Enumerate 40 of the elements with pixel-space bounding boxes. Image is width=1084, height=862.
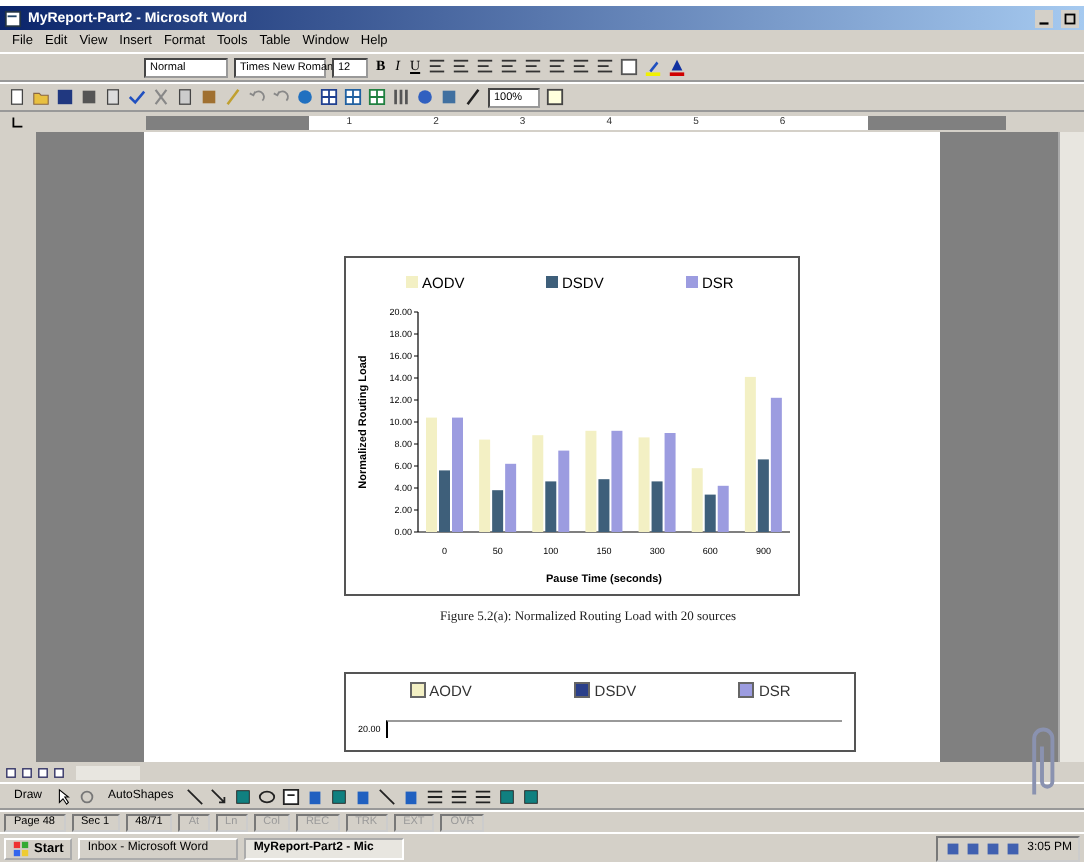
help-icon[interactable] bbox=[546, 88, 564, 106]
dash-style-icon[interactable] bbox=[449, 787, 468, 805]
line-color-icon[interactable] bbox=[377, 787, 396, 805]
document-icon bbox=[4, 9, 22, 27]
line-style-icon[interactable] bbox=[425, 787, 444, 805]
horizontal-scrollbar[interactable] bbox=[76, 765, 140, 779]
arrow-style-icon[interactable] bbox=[473, 787, 492, 805]
align-left-icon[interactable] bbox=[428, 58, 447, 76]
align-right-icon[interactable] bbox=[476, 58, 495, 76]
oval-icon[interactable] bbox=[257, 787, 276, 805]
columns-icon[interactable] bbox=[392, 88, 410, 106]
save-icon[interactable] bbox=[56, 88, 74, 106]
bullets-icon[interactable] bbox=[548, 58, 567, 76]
paste-icon[interactable] bbox=[200, 88, 218, 106]
vertical-scrollbar[interactable] bbox=[1058, 132, 1084, 762]
arrow-icon[interactable] bbox=[209, 787, 228, 805]
restore-icon[interactable] bbox=[1060, 9, 1080, 27]
text-box-icon[interactable] bbox=[281, 787, 300, 805]
rectangle-icon[interactable] bbox=[233, 787, 252, 805]
align-center-icon[interactable] bbox=[452, 58, 471, 76]
copy-icon[interactable] bbox=[176, 88, 194, 106]
numbering-icon[interactable] bbox=[524, 58, 543, 76]
outdent-icon[interactable] bbox=[572, 58, 591, 76]
line-icon[interactable] bbox=[185, 787, 204, 805]
table-icon[interactable] bbox=[320, 88, 338, 106]
folder-icon[interactable] bbox=[32, 88, 50, 106]
spreadsheet-icon[interactable] bbox=[368, 88, 386, 106]
border-icon[interactable] bbox=[620, 58, 639, 76]
tab-selector-icon[interactable] bbox=[8, 113, 26, 131]
print-preview-icon[interactable] bbox=[104, 88, 122, 106]
spelling-icon[interactable] bbox=[128, 88, 146, 106]
table-icon[interactable] bbox=[344, 88, 362, 106]
highlight-icon[interactable] bbox=[644, 58, 663, 76]
pointer-icon[interactable] bbox=[54, 787, 73, 805]
windows-logo-icon bbox=[12, 839, 30, 857]
justify-icon[interactable] bbox=[500, 58, 519, 76]
minimize-icon[interactable] bbox=[1034, 9, 1054, 27]
printer-icon[interactable] bbox=[80, 88, 98, 106]
indent-icon[interactable] bbox=[596, 58, 615, 76]
new-document-icon[interactable] bbox=[8, 88, 26, 106]
